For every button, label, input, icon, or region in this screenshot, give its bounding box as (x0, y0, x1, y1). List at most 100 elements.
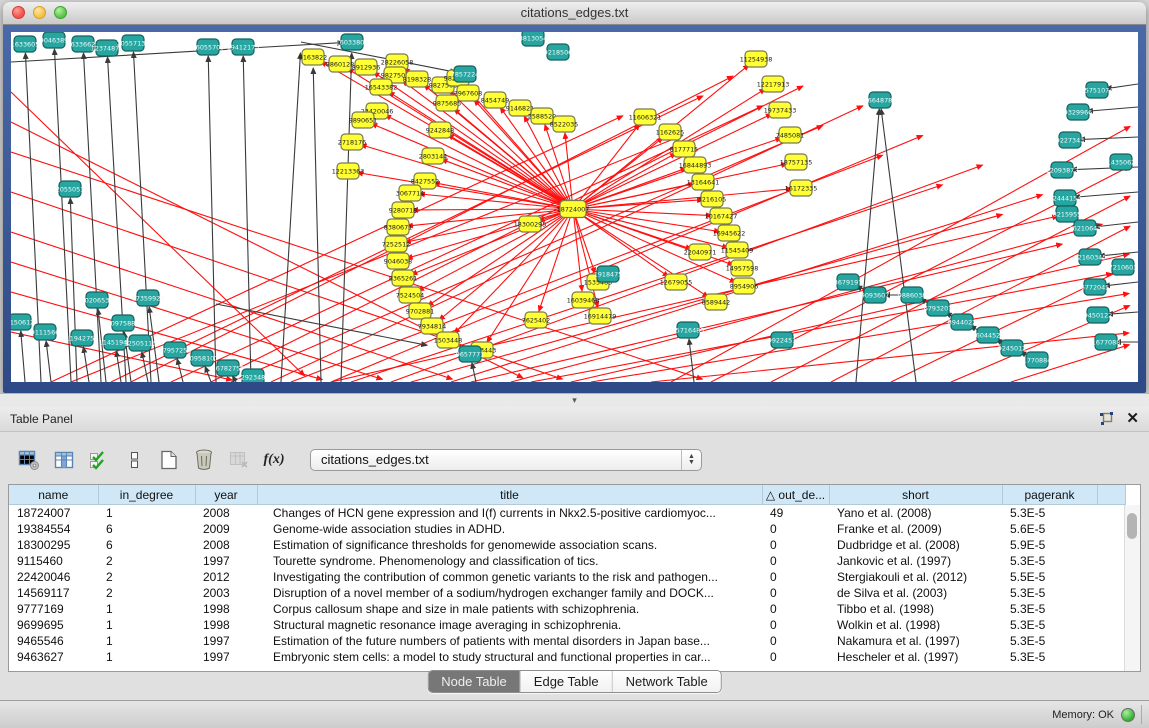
zoom-window-button[interactable] (54, 6, 67, 19)
graph-node[interactable]: 15751074 (1081, 82, 1114, 98)
graph-node[interactable]: 7210603 (1109, 259, 1137, 275)
delete-column-icon[interactable] (191, 447, 217, 473)
tab-node-table[interactable]: Node Table (428, 671, 520, 692)
graph-node[interactable]: 8944022 (948, 314, 976, 330)
graph-node[interactable]: 7857224 (451, 66, 479, 82)
graph-node[interactable]: 1677088 (1092, 334, 1120, 350)
graph-node[interactable]: 3067714 (396, 185, 424, 201)
column-header-in_degree[interactable]: in_degree (98, 485, 195, 505)
graph-node[interactable]: 7485081 (776, 127, 804, 143)
graph-node[interactable]: 8679197 (834, 274, 862, 290)
graph-node[interactable]: 16914479 (584, 308, 617, 324)
graph-node[interactable]: 9702881 (406, 303, 434, 319)
graph-node[interactable]: 6772045 (1081, 279, 1109, 295)
graph-node[interactable]: 7524504 (396, 287, 424, 303)
column-header-name[interactable]: name (9, 485, 98, 505)
panel-splitter[interactable]: ▾ (0, 393, 1149, 408)
tab-edge-table[interactable]: Edge Table (520, 671, 612, 692)
delete-table-icon[interactable] (226, 447, 252, 473)
window-titlebar[interactable]: citations_edges.txt (3, 2, 1146, 25)
graph-node[interactable]: 11545409 (721, 242, 754, 258)
table-row[interactable]: 1456911722003Disruption of a novel membe… (9, 585, 1126, 601)
graph-node[interactable]: 2803144 (419, 148, 447, 164)
graph-node[interactable]: 14957598 (726, 260, 759, 276)
graph-node[interactable]: 8522035 (550, 116, 578, 132)
graph-node[interactable]: 9242848 (426, 122, 454, 138)
graph-node[interactable]: 7625402 (522, 312, 550, 328)
graph-node[interactable]: 3216105 (698, 191, 726, 207)
graph-node[interactable]: 12093872 (1046, 162, 1079, 178)
table-row[interactable]: 911546021997Tourette syndrome. Phenomeno… (9, 553, 1126, 569)
column-header-year[interactable]: year (195, 485, 257, 505)
graph-node[interactable]: 8860128 (326, 56, 354, 72)
graph-node-hub[interactable]: 18724007 (557, 201, 590, 218)
graph-node[interactable]: 16648784 (864, 92, 897, 108)
select-columns-icon[interactable] (86, 447, 112, 473)
table-row[interactable]: 1938455462009Genome-wide association stu… (9, 521, 1126, 537)
graph-node[interactable]: 13164641 (687, 174, 720, 190)
graph-node[interactable]: 12679055 (660, 274, 693, 290)
graph-node[interactable]: 7252512 (382, 236, 410, 252)
graph-node[interactable]: 9163822 (299, 49, 327, 65)
graph-node[interactable]: 9218506 (544, 44, 572, 60)
graph-node[interactable]: 1435062 (1107, 154, 1135, 170)
graph-node[interactable]: 9093607 (861, 287, 889, 303)
float-panel-icon[interactable] (1099, 412, 1114, 426)
graph-node[interactable]: 9046389 (40, 32, 68, 48)
graph-node[interactable]: 9046038 (384, 253, 412, 269)
graph-node[interactable]: 9227343 (1056, 132, 1084, 148)
graph-node[interactable]: 8365261 (389, 270, 417, 286)
graph-node[interactable]: 9875685 (433, 95, 461, 111)
show-columns-icon[interactable] (51, 447, 77, 473)
graph-node[interactable]: 16055709 (192, 39, 225, 55)
graph-node[interactable]: 15716485 (672, 322, 705, 338)
graph-node[interactable]: 1503448 (434, 332, 462, 348)
network-canvas[interactable]: 1872400791638228860128891293628226058982… (11, 32, 1138, 382)
graph-node[interactable]: 9245012 (998, 340, 1026, 356)
graph-node[interactable]: 1770884 (1023, 352, 1051, 368)
graph-node[interactable]: 11606321 (629, 109, 662, 125)
graph-node[interactable]: 8589442 (702, 294, 730, 310)
graph-node[interactable]: 11254938 (740, 51, 773, 67)
graph-node[interactable]: 8813054 (519, 32, 547, 46)
graph-node[interactable]: 9111566 (31, 324, 59, 340)
close-window-button[interactable] (12, 6, 25, 19)
graph-node[interactable]: 16945622 (713, 225, 746, 241)
graph-node[interactable]: 11942757 (66, 330, 99, 346)
create-column-icon[interactable] (156, 447, 182, 473)
graph-node[interactable]: 9280718 (389, 202, 417, 218)
table-scrollbar[interactable] (1124, 505, 1140, 671)
graph-node[interactable]: 9886038 (898, 287, 926, 303)
table-selector-dropdown[interactable]: citations_edges.txt ▲▼ (310, 449, 702, 471)
tab-network-table[interactable]: Network Table (612, 671, 721, 692)
column-header-out_de[interactable]: △ out_de... (762, 485, 829, 505)
graph-node[interactable]: 1162625 (656, 124, 684, 140)
function-builder-icon[interactable]: f(x) (261, 447, 287, 473)
graph-node[interactable]: 17359924 (132, 290, 165, 306)
graph-node[interactable]: 12213363 (332, 163, 365, 179)
graph-node[interactable]: 1633605 (11, 36, 39, 52)
table-row[interactable]: 977716911998Corpus callosum shape and si… (9, 601, 1126, 617)
graph-node[interactable]: 6793207 (924, 300, 952, 316)
table-row[interactable]: 1872400712008Changes of HCN gene express… (9, 505, 1126, 522)
close-panel-icon[interactable]: ✕ (1126, 410, 1139, 428)
graph-node[interactable]: 12444154 (1049, 190, 1082, 206)
graph-node[interactable]: 8912936 (352, 59, 380, 75)
scrollbar-thumb[interactable] (1127, 513, 1137, 539)
table-options-icon[interactable] (16, 447, 42, 473)
graph-node[interactable]: 20206535 (81, 292, 114, 308)
graph-node[interactable]: 8954906 (730, 278, 758, 294)
graph-node[interactable]: 9329966 (1064, 104, 1092, 120)
column-header-pagerank[interactable]: pagerank (1002, 485, 1097, 505)
graph-node[interactable]: 12160345 (1074, 249, 1107, 265)
column-header-title[interactable]: title (257, 485, 762, 505)
memory-indicator-icon[interactable] (1121, 708, 1135, 722)
graph-node[interactable]: 16033809 (336, 34, 369, 50)
graph-node[interactable]: 18757135 (780, 154, 813, 170)
table-row[interactable]: 946362711997Embryonic stem cells: a mode… (9, 649, 1126, 665)
graph-node[interactable]: 8177715 (670, 141, 698, 157)
graph-node[interactable]: 9922451 (768, 332, 796, 348)
graph-node[interactable]: 1918475 (594, 266, 622, 282)
table-row[interactable]: 2242004622012Investigating the contribut… (9, 569, 1126, 585)
graph-node[interactable]: 9890651 (349, 112, 377, 128)
